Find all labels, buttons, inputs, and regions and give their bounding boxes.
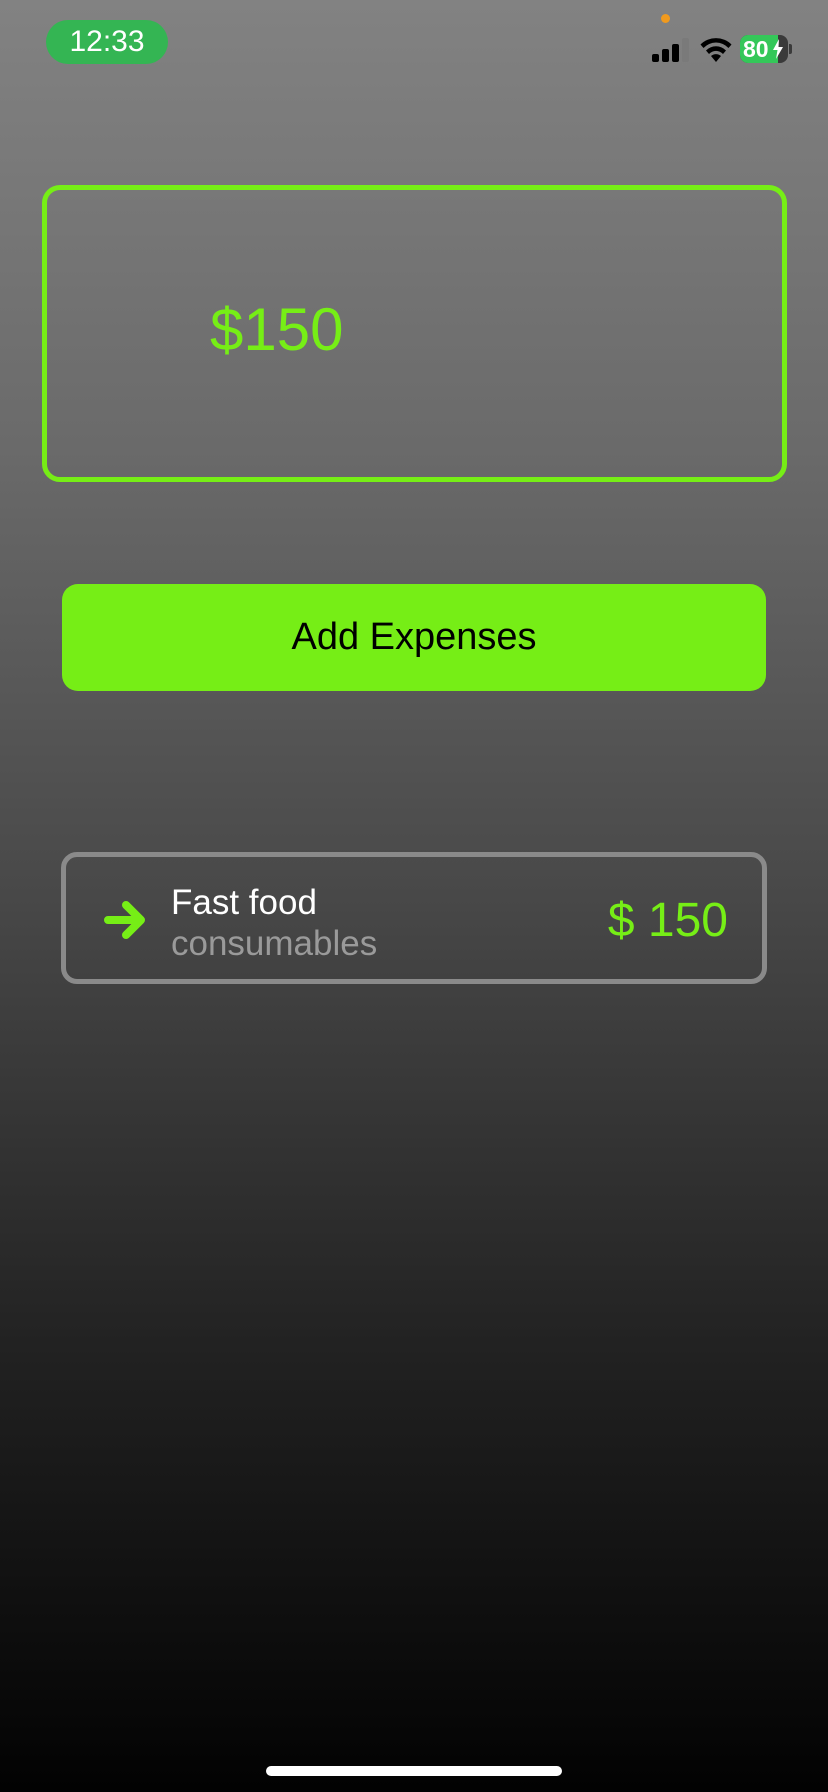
expense-list-item[interactable]: Fast food consumables $ 150 bbox=[61, 852, 767, 984]
balance-card: $150 bbox=[42, 185, 787, 482]
add-expenses-button[interactable]: Add Expenses bbox=[62, 584, 766, 691]
balance-amount: $150 bbox=[210, 296, 344, 363]
expense-category: consumables bbox=[171, 924, 378, 963]
charging-bolt-icon bbox=[773, 39, 783, 59]
battery-cap bbox=[789, 44, 792, 54]
wifi-icon bbox=[700, 38, 732, 62]
expense-title: Fast food bbox=[171, 883, 317, 922]
battery-level: 80 bbox=[743, 36, 769, 62]
arrow-right-icon bbox=[104, 901, 145, 939]
status-time: 12:33 bbox=[46, 20, 168, 64]
battery-icon: 80 bbox=[740, 35, 788, 63]
expense-amount: $ 150 bbox=[607, 894, 728, 947]
home-indicator[interactable] bbox=[266, 1766, 562, 1776]
signal-icon bbox=[652, 38, 690, 62]
privacy-indicator-dot bbox=[661, 14, 670, 23]
